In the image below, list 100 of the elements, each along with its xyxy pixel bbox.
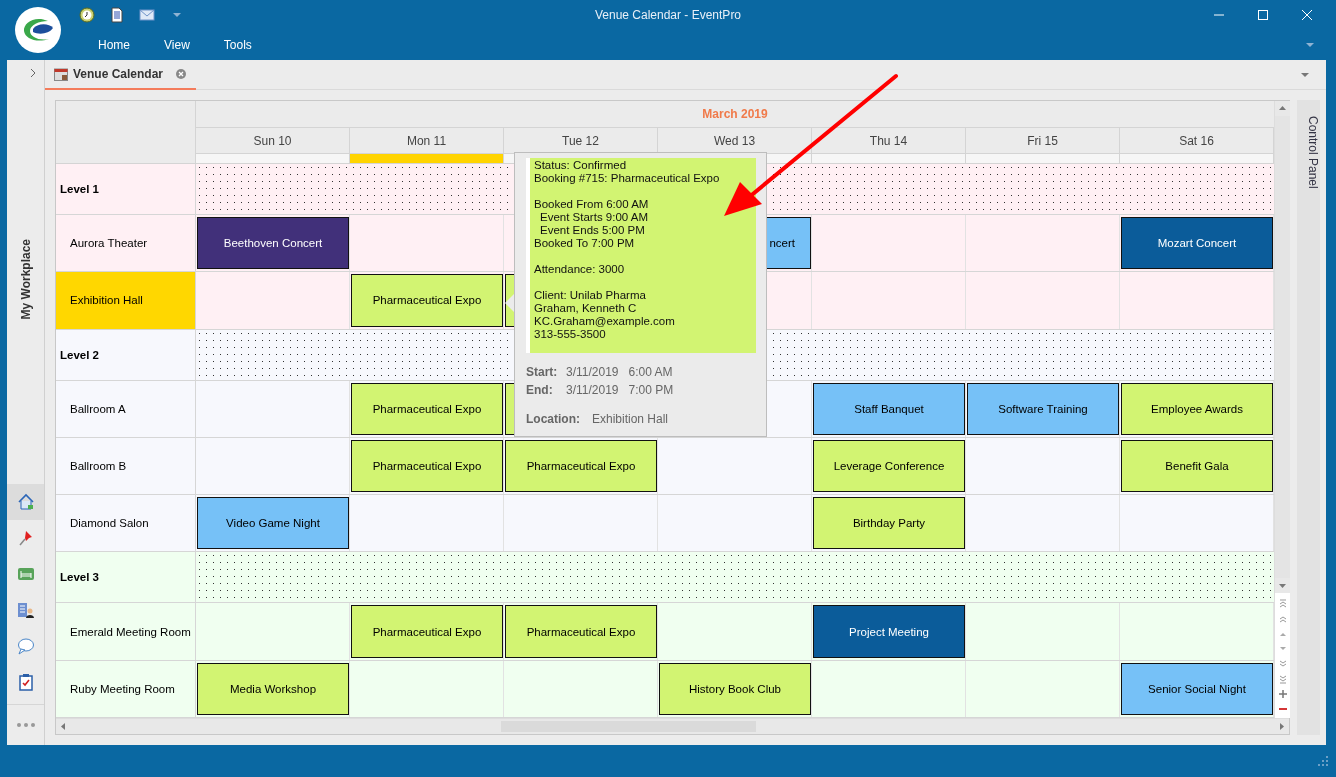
expand-icon[interactable] [30, 69, 35, 77]
event-block[interactable]: Pharmaceutical Expo [351, 439, 503, 493]
group-header[interactable]: Level 2 [56, 329, 196, 380]
dropdown-icon[interactable] [173, 13, 181, 17]
calendar-cell[interactable] [504, 660, 658, 717]
event-block[interactable]: Senior Social Night [1121, 662, 1273, 715]
event-block[interactable]: Project Meeting [813, 605, 965, 658]
last-page-icon[interactable] [1277, 674, 1288, 684]
calendar-cell[interactable] [658, 603, 812, 660]
menu-item[interactable]: Home [81, 38, 147, 52]
resource-label[interactable]: Ballroom B [56, 437, 196, 495]
event-block[interactable]: Media Workshop [197, 662, 349, 715]
tooltip-line: Client: Unilab Pharma [534, 289, 647, 302]
day-header[interactable]: Thu 14 [812, 128, 965, 154]
close-icon[interactable] [176, 68, 187, 79]
mail-icon[interactable] [139, 7, 155, 23]
resource-label[interactable]: Ruby Meeting Room [56, 660, 196, 717]
horizontal-scrollbar[interactable] [56, 718, 1289, 734]
field-label: Start: [526, 365, 556, 379]
document-icon[interactable] [109, 7, 125, 23]
calendar-cell[interactable] [966, 272, 1120, 329]
calendar-cell[interactable] [812, 272, 966, 329]
resize-grip-icon[interactable] [1318, 756, 1328, 766]
calendar-cell[interactable] [966, 495, 1120, 552]
menu-item[interactable]: View [147, 38, 207, 52]
zoom-in-icon[interactable] [1277, 689, 1288, 699]
sidebar-title[interactable]: My Workplace [18, 239, 33, 320]
calendar-cell[interactable] [658, 495, 812, 552]
date-value: 3/11/2019 [566, 365, 619, 379]
event-block[interactable]: Pharmaceutical Expo [351, 605, 503, 658]
calendar-cell[interactable] [966, 603, 1120, 660]
resource-label[interactable]: Ballroom A [56, 380, 196, 437]
event-block[interactable]: Pharmaceutical Expo [505, 605, 657, 658]
calendar-cell[interactable] [1120, 272, 1274, 329]
resource-label[interactable]: Diamond Salon [56, 495, 196, 552]
scroll-up-icon[interactable] [1275, 101, 1290, 116]
resource-label[interactable]: Emerald Meeting Room [56, 603, 196, 660]
tooltip-line: Attendance: 3000 [534, 263, 626, 276]
document-tab[interactable]: Venue Calendar [45, 59, 197, 90]
pushpin-icon [16, 529, 35, 547]
day-header[interactable]: Tue 12 [504, 128, 657, 154]
event-block[interactable]: Employee Awards [1121, 382, 1273, 435]
event-block[interactable]: Beethoven Concert [197, 217, 349, 270]
calendar-cell[interactable] [658, 437, 812, 495]
speech-bubble-icon [16, 637, 35, 655]
menu-item[interactable]: Tools [206, 38, 269, 52]
vertical-scrollbar[interactable] [1274, 101, 1290, 718]
event-block[interactable]: Video Game Night [197, 497, 349, 550]
calendar-icon [54, 66, 68, 81]
calendar-cell[interactable] [196, 272, 350, 329]
resource-label[interactable]: Exhibition Hall [56, 272, 196, 329]
calendar-cell[interactable] [350, 660, 504, 717]
day-header[interactable]: Wed 13 [658, 128, 811, 154]
event-block[interactable]: Pharmaceutical Expo [351, 382, 503, 435]
day-header[interactable]: Mon 11 [350, 128, 503, 154]
calendar-cell[interactable] [196, 603, 350, 660]
collapse-ribbon-icon[interactable] [1306, 43, 1314, 47]
event-block[interactable]: Benefit Gala [1121, 439, 1273, 493]
calendar-cell[interactable] [1120, 495, 1274, 552]
dropdown-icon[interactable] [1301, 72, 1309, 77]
close-icon[interactable] [1302, 10, 1312, 20]
calendar-cell[interactable] [350, 215, 504, 272]
more-icon[interactable] [16, 723, 35, 727]
event-block[interactable]: History Book Club [659, 662, 811, 715]
tooltip-line: Booking #715: Pharmaceutical Expo [534, 172, 721, 185]
event-block[interactable]: Leverage Conference [813, 439, 965, 493]
calendar-cell[interactable] [812, 660, 966, 717]
clock-icon[interactable] [79, 7, 95, 23]
event-block[interactable]: Mozart Concert [1121, 217, 1273, 270]
event-block[interactable]: Staff Banquet [813, 382, 965, 435]
day-header[interactable]: Fri 15 [966, 128, 1119, 154]
resource-label[interactable]: Aurora Theater [56, 215, 196, 272]
event-block[interactable]: Pharmaceutical Expo [351, 274, 503, 327]
event-block[interactable]: Pharmaceutical Expo [505, 439, 657, 493]
sidebar-item[interactable] [7, 484, 44, 520]
first-page-icon[interactable] [1277, 599, 1288, 609]
day-header[interactable]: Sun 10 [196, 128, 349, 154]
event-block[interactable]: Software Training [967, 382, 1119, 435]
maximize-icon[interactable] [1258, 10, 1268, 20]
page-down-icon[interactable] [1277, 659, 1288, 669]
calendar-cell[interactable] [350, 495, 504, 552]
field-label: End: [526, 383, 554, 397]
tooltip-line: Event Ends 5:00 PM [539, 224, 646, 237]
day-header[interactable]: Sat 16 [1120, 128, 1273, 154]
calendar-cell[interactable] [196, 380, 350, 437]
calendar-cell[interactable] [504, 495, 658, 552]
group-header[interactable]: Level 1 [56, 164, 196, 214]
page-up-icon[interactable] [1277, 614, 1288, 624]
event-block[interactable]: Birthday Party [813, 497, 965, 550]
group-header[interactable]: Level 3 [56, 552, 196, 603]
calendar-cell[interactable] [966, 660, 1120, 717]
calendar-cell[interactable] [1120, 603, 1274, 660]
scroll-down-icon[interactable] [1275, 578, 1290, 593]
calendar-cell[interactable] [966, 215, 1120, 272]
calendar-cell[interactable] [812, 215, 966, 272]
app-logo[interactable] [15, 7, 61, 53]
control-panel-tab[interactable]: Control Panel [1297, 100, 1320, 735]
time-value: 6:00 AM [628, 365, 673, 379]
calendar-cell[interactable] [966, 437, 1120, 495]
calendar-cell[interactable] [196, 437, 350, 495]
